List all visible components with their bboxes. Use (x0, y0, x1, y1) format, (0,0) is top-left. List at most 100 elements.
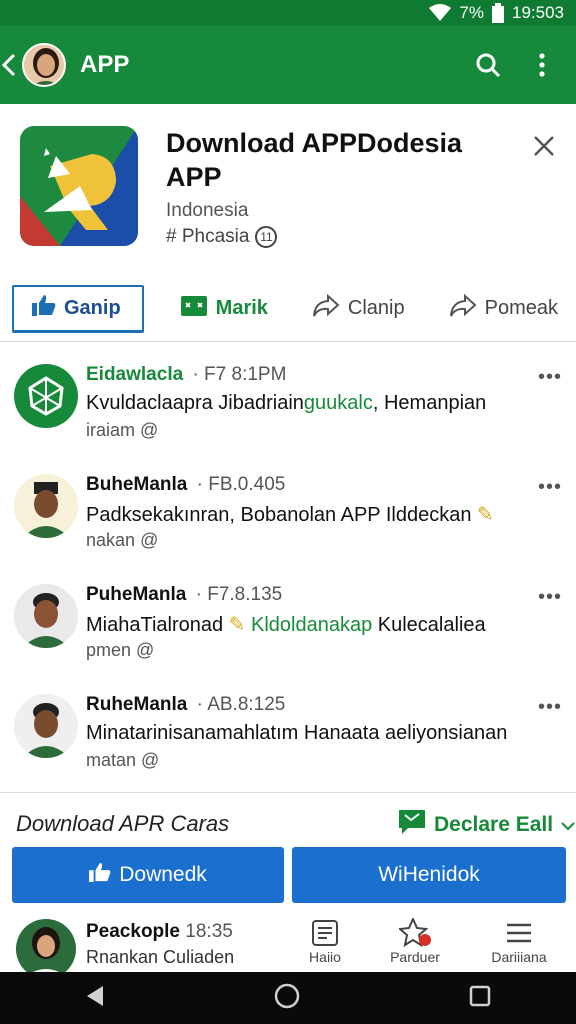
nav-label: Parduer (390, 949, 440, 963)
avatar[interactable] (14, 474, 78, 538)
declare-dropdown[interactable]: Declare Eall (398, 809, 575, 841)
tab-label: Ganip (64, 296, 121, 319)
chevron-down-icon (561, 813, 575, 837)
feed-item[interactable]: RuheManla · AB.8:125 Minatarinisanamahla… (0, 680, 576, 790)
more-vert-icon[interactable] (522, 45, 562, 85)
feed-author[interactable]: RuheManla (86, 694, 187, 715)
nav-item-dariiiana[interactable]: Dariiiana (480, 917, 558, 963)
download-panel: Download APR Caras Declare Eall Downedk … (0, 792, 576, 979)
tab-ganip[interactable]: Ganip (12, 284, 144, 333)
more-horiz-icon[interactable]: ••• (538, 366, 562, 389)
feed-sub-label: nakan (86, 530, 136, 550)
nav-item-haiio[interactable]: Haiio (286, 917, 364, 963)
share-icon (312, 293, 340, 324)
tab-clanip[interactable]: Clanip (294, 285, 423, 333)
more-horiz-icon[interactable]: ••• (538, 696, 562, 719)
pencil-icon: ✎ (477, 504, 494, 526)
app-bar: APP (0, 26, 576, 104)
back-arrow-icon[interactable] (2, 53, 24, 77)
feed-sub: matan @ (86, 750, 159, 771)
feed-text-part: MiahaTialronad (86, 614, 224, 636)
home-icon[interactable] (274, 983, 300, 1014)
more-horiz-icon[interactable]: ••• (538, 586, 562, 609)
app-logo-icon (20, 126, 138, 246)
feed-text: MiahaTialronad ✎ Kldoldanakap Kulecalali… (86, 612, 486, 637)
feed-text-part: Padksekakınran, Bobanolan APP Ilddeckan (86, 504, 472, 526)
battery-icon (492, 3, 504, 23)
feed-sub-label: matan (86, 750, 137, 770)
feed-sub: pmen @ (86, 640, 154, 661)
download-button[interactable]: Downedk (12, 847, 284, 903)
feed-text-part: Minatarinisanamahlatım Hanaata aeliyonsi… (86, 722, 508, 744)
app-tag: # Phcasia 11 (166, 226, 278, 248)
avatar[interactable] (16, 919, 76, 979)
tab-marik[interactable]: Marik (162, 285, 286, 333)
star-icon (376, 917, 454, 949)
app-tag-label: # Phcasia (166, 226, 250, 247)
app-header: Download APPDodesia APP Indonesia # Phca… (0, 104, 576, 266)
mini-time: 18:35 (185, 921, 233, 942)
tab-pomeak[interactable]: Pomeak (431, 285, 576, 333)
tab-label: Clanip (347, 297, 405, 319)
search-icon[interactable] (468, 45, 508, 85)
nav-item-parduer[interactable]: Parduer (376, 917, 454, 963)
feed-item[interactable]: PuheManla · F7.8.135 MiahaTialronad ✎ Kl… (0, 570, 576, 680)
back-icon[interactable] (85, 985, 105, 1012)
avatar[interactable] (14, 584, 78, 648)
feed-time: · F7.8.135 (195, 584, 283, 605)
panel-title: Download APR Caras (16, 811, 230, 836)
close-icon[interactable] (528, 130, 560, 162)
action-tabs: Ganip Marik Clanip Pomeak (0, 276, 576, 342)
feed-author[interactable]: Eidawlacla (86, 364, 183, 385)
app-country: Indonesia (166, 200, 249, 221)
mini-head: Peackople 18:35 (86, 921, 233, 943)
feed-item[interactable]: Eidawlacla · F7 8:1PM Kvuldaclaapra Jiba… (0, 350, 576, 460)
info-badge-icon: 11 (255, 226, 278, 248)
feed-text: Minatarinisanamahlatım Hanaata aeliyonsi… (86, 722, 507, 745)
avatar[interactable] (14, 694, 78, 758)
feed-text-highlight[interactable]: Kldoldanakap (251, 614, 372, 636)
battery-percent: 7% (459, 3, 484, 22)
thumbs-up-icon (32, 294, 56, 322)
comment-feed: Eidawlacla · F7 8:1PM Kvuldaclaapra Jiba… (0, 350, 576, 790)
feed-text-highlight[interactable]: guukalc (304, 392, 373, 414)
mini-author[interactable]: Peackople (86, 921, 180, 942)
comment-icon (180, 295, 208, 323)
at-icon: @ (140, 420, 159, 440)
app-title: APP (80, 51, 130, 78)
at-icon: @ (140, 530, 159, 550)
secondary-button-label: WiHenidok (378, 863, 480, 886)
avatar[interactable] (14, 364, 78, 428)
bottom-row: Peackople 18:35 Rnankan Culiaden Haiio P… (0, 913, 576, 979)
feed-author[interactable]: PuheManla (86, 584, 186, 605)
feed-author[interactable]: BuheManla (86, 474, 187, 495)
feed-text-part: Kvuldaclaapra Jibadriain (86, 392, 304, 414)
feed-text-part: , Hemanpian (372, 392, 487, 414)
download-button-label: Downedk (119, 863, 207, 886)
feed-text-part: Kulecalaliea (372, 614, 486, 636)
status-time: 19:503 (512, 3, 564, 22)
feed-sub-label: iraiam (86, 420, 136, 440)
secondary-button[interactable]: WiHenidok (292, 847, 566, 903)
flag-comment-icon (398, 809, 426, 841)
more-horiz-icon[interactable]: ••• (538, 476, 562, 499)
feed-item[interactable]: BuheManla · FB.0.405 Padksekakınran, Bob… (0, 460, 576, 570)
recents-icon[interactable] (469, 985, 491, 1012)
feed-time: · F7 8:1PM (192, 364, 287, 385)
pencil-icon: ✎ (228, 614, 246, 636)
feed-sub: iraiam @ (86, 420, 158, 441)
feed-text: Kvuldaclaapra Jibadriainguukalc, Hemanpi… (86, 392, 486, 415)
at-icon: @ (136, 640, 155, 660)
feed-head: BuheManla · FB.0.405 (86, 474, 285, 496)
feed-time: · FB.0.405 (196, 474, 286, 495)
feed-sub: nakan @ (86, 530, 158, 551)
menu-icon (480, 917, 558, 949)
declare-label: Declare Eall (434, 813, 554, 836)
nav-label: Haiio (309, 949, 341, 963)
wifi-icon (429, 4, 452, 22)
avatar[interactable] (22, 43, 66, 87)
app-name: Download APPDodesia APP (166, 128, 463, 192)
info-badge-count: 11 (260, 230, 273, 244)
thumbs-up-icon (89, 862, 111, 888)
nav-label: Dariiiana (491, 949, 547, 963)
